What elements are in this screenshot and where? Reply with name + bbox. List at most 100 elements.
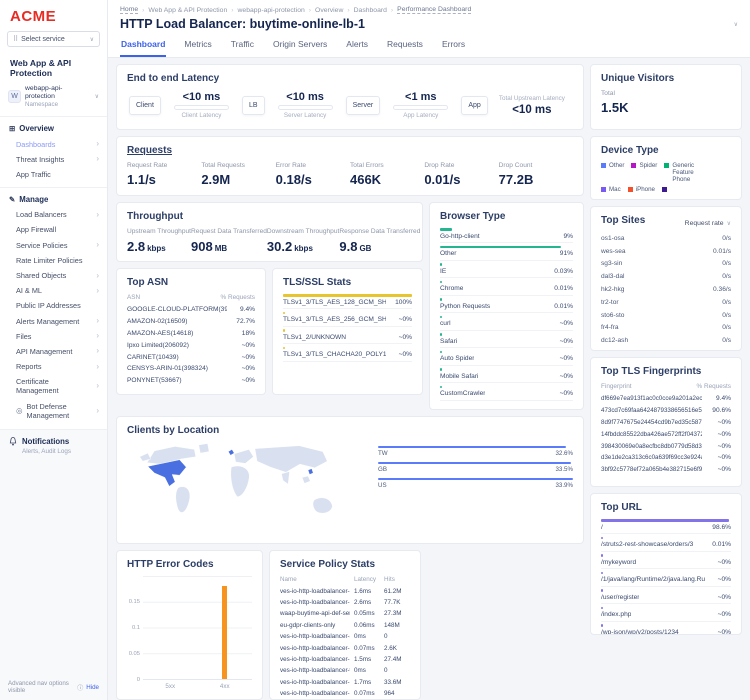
breadcrumb-item[interactable]: Web App & API Protection bbox=[148, 7, 227, 14]
sidebar-item[interactable]: Reports › bbox=[0, 359, 107, 374]
hide-nav-button[interactable]: Hide bbox=[86, 684, 99, 691]
requests-panel: Requests Request Rate 1.1/s Total Reques… bbox=[116, 136, 584, 196]
tab[interactable]: Metrics bbox=[183, 36, 212, 57]
fingerprint-value: 398430069e0a8ecfbc8db0779d58d377 bbox=[601, 443, 702, 450]
service-policy-stats-panel: Service Policy Stats Name Latency Hits v… bbox=[269, 550, 421, 700]
location-name: US bbox=[378, 482, 387, 489]
fingerprint-pct: ~0% bbox=[718, 443, 731, 450]
tab[interactable]: Requests bbox=[386, 36, 424, 57]
list-item: wes-sea 0.01/s bbox=[601, 245, 731, 258]
tab[interactable]: Dashboard bbox=[120, 36, 166, 57]
sidebar-item[interactable]: Rate Limiter Policies bbox=[0, 253, 107, 268]
url-value: 0.01% bbox=[712, 541, 731, 548]
chevron-down-icon: ∨ bbox=[727, 220, 731, 227]
stat-value: 466K bbox=[350, 172, 424, 187]
table-row: ves-io-http-loadbalancer-ip-reputation-b… bbox=[280, 688, 410, 699]
location-bar bbox=[378, 446, 566, 449]
sidebar-item[interactable]: Public IP Addresses bbox=[0, 298, 107, 313]
tab[interactable]: Alerts bbox=[345, 36, 369, 57]
legend-label: Spider bbox=[639, 162, 657, 169]
sidebar-item[interactable]: Load Balancers › bbox=[0, 207, 107, 222]
sidebar-item[interactable]: Shared Objects › bbox=[0, 268, 107, 283]
top-sites-metric-dropdown[interactable]: Request rate ∨ bbox=[685, 220, 731, 227]
table-row: ves-io-http-loadbalancer-rate-limiting-s… bbox=[280, 677, 410, 688]
sidebar-item-notifications[interactable]: Notifications Alerts, Audit Logs bbox=[0, 429, 107, 462]
sidebar-item[interactable]: Service Policies › bbox=[0, 238, 107, 253]
nav-item-label: Load Balancers bbox=[16, 210, 67, 219]
stat-label: Error Rate bbox=[276, 162, 350, 169]
sidebar-item[interactable]: ◎ Bot Defense Management › bbox=[0, 398, 107, 422]
url-value: ~0% bbox=[718, 576, 731, 583]
table-row: GOOGLE-CLOUD-PLATFORM(396982) 9.4% bbox=[127, 304, 255, 316]
chevron-right-icon: › bbox=[96, 211, 99, 219]
visitors-total-value: 1.5K bbox=[601, 100, 731, 115]
error-chart-bar bbox=[222, 586, 227, 679]
device-type-panel: Device Type Other Spider bbox=[590, 136, 742, 200]
info-icon: ⓘ bbox=[77, 683, 83, 692]
breadcrumb-item[interactable]: webapp-api-protection bbox=[238, 7, 305, 14]
table-row: 473cd7c69faa6424879338656516e578 90.6% bbox=[601, 405, 731, 417]
requests-title-link[interactable]: Requests bbox=[127, 145, 573, 156]
tab[interactable]: Origin Servers bbox=[272, 36, 328, 57]
stat: Total Errors 466K bbox=[350, 162, 424, 187]
nav-item-icon: ✎ bbox=[9, 195, 15, 204]
url-name: /struts2-rest-showcase/orders/3 bbox=[601, 541, 693, 548]
stat: Drop Count 77.2B bbox=[499, 162, 573, 187]
chevron-right-icon: › bbox=[96, 140, 99, 148]
fingerprint-pct: ~0% bbox=[718, 454, 731, 461]
stat-label: Upstream Throughput bbox=[127, 228, 191, 235]
policy-hits: 964 bbox=[384, 690, 410, 697]
policy-hits: 61.2M bbox=[384, 588, 410, 595]
breadcrumb-item[interactable]: Dashboard bbox=[354, 7, 387, 14]
site-name: tr2-tor bbox=[601, 299, 619, 306]
nav-item-icon: ◎ bbox=[16, 406, 23, 415]
browser-type-title: Browser Type bbox=[440, 211, 573, 222]
nav-item-label: Threat Insights bbox=[16, 155, 64, 164]
sidebar-item[interactable]: Threat Insights › bbox=[0, 152, 107, 167]
policy-latency: 1.7ms bbox=[354, 679, 380, 686]
policy-name: eu-gdpr-clients-only bbox=[280, 622, 350, 629]
policy-latency: 0.06ms bbox=[354, 622, 380, 629]
policy-latency: 1.6ms bbox=[354, 588, 380, 595]
sidebar-item[interactable]: ⊞ Overview bbox=[0, 121, 107, 136]
tls-stats-title: TLS/SSL Stats bbox=[283, 277, 412, 288]
nav-item-label: Public IP Addresses bbox=[16, 301, 81, 310]
sidebar-item[interactable]: Alerts Management › bbox=[0, 313, 107, 328]
sidebar-item[interactable]: App Traffic bbox=[0, 167, 107, 182]
main-area: Home› Web App & API Protection› webapp-a… bbox=[108, 0, 750, 700]
breadcrumb-item[interactable]: Performance Dashboard bbox=[397, 6, 471, 14]
tls-bar bbox=[283, 294, 412, 297]
service-selector[interactable]: ⠿ Select service ∨ bbox=[7, 31, 100, 47]
chevron-down-icon[interactable]: ∨ bbox=[734, 21, 738, 28]
sidebar-nav: ⊞ Overview Dashboards › Threat Insights … bbox=[0, 117, 107, 428]
location-bar bbox=[378, 478, 573, 481]
tab[interactable]: Traffic bbox=[230, 36, 255, 57]
browser-name: IE bbox=[440, 268, 446, 275]
tab[interactable]: Errors bbox=[441, 36, 466, 57]
policy-hits: 0 bbox=[384, 633, 410, 640]
legend-label: Generic Feature Phone bbox=[672, 162, 708, 183]
breadcrumb-item[interactable]: Home bbox=[120, 6, 138, 14]
policy-name: ves-io-http-loadbalancer-ip-reputation-b… bbox=[280, 690, 350, 697]
list-item: TLSv1_2/UNKNOWN ~0% bbox=[283, 329, 412, 344]
chevron-right-icon: › bbox=[96, 272, 99, 280]
server-latency-value: <10 ms bbox=[270, 91, 341, 103]
top-tls-fingerprints-panel: Top TLS Fingerprints Fingerprint % Reque… bbox=[590, 357, 742, 487]
stat-value: 0.01/s bbox=[424, 172, 498, 187]
visitors-total-label: Total bbox=[601, 90, 731, 97]
sidebar-item[interactable]: ✎ Manage bbox=[0, 187, 107, 207]
browser-bar bbox=[440, 228, 452, 231]
sidebar-item[interactable]: Files › bbox=[0, 329, 107, 344]
unique-visitors-title: Unique Visitors bbox=[601, 73, 731, 84]
sidebar-item[interactable]: AI & ML › bbox=[0, 283, 107, 298]
browser-name: Mobile Safari bbox=[440, 373, 478, 380]
namespace-selector[interactable]: W webapp-api-protection Namespace ∨ bbox=[0, 83, 107, 117]
tls-name: TLSv1_2/UNKNOWN bbox=[283, 334, 346, 341]
sidebar-item[interactable]: Dashboards › bbox=[0, 137, 107, 152]
sidebar-item[interactable]: App Firewall bbox=[0, 222, 107, 237]
sidebar-item[interactable]: API Management › bbox=[0, 344, 107, 359]
sidebar-item[interactable]: Certificate Management › bbox=[0, 374, 107, 398]
breadcrumb-item[interactable]: Overview bbox=[315, 7, 343, 14]
policy-latency: 1.5ms bbox=[354, 656, 380, 663]
legend-swatch bbox=[628, 187, 633, 192]
